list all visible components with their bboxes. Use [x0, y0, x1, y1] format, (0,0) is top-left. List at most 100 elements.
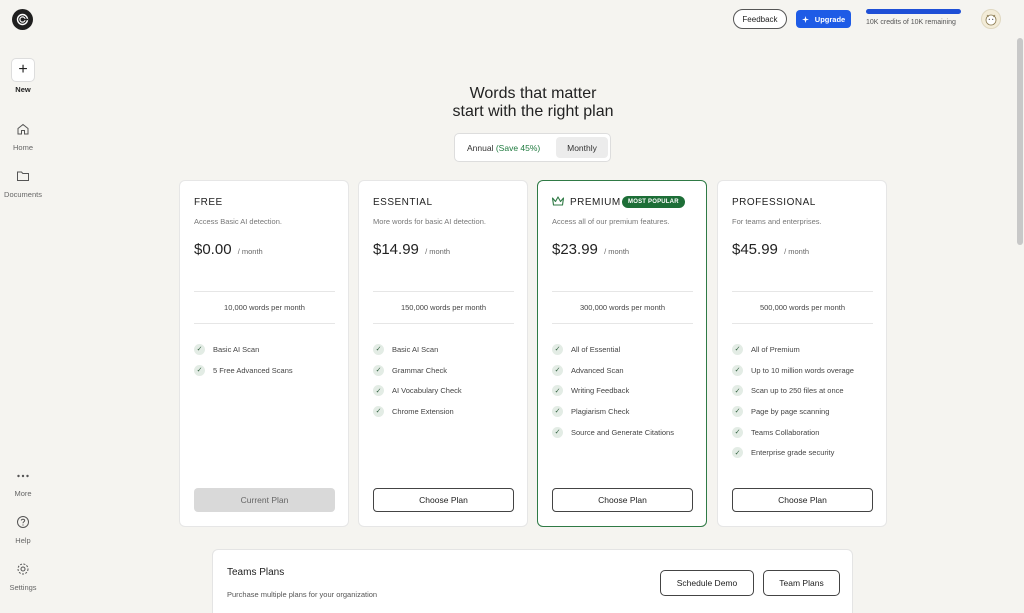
feature-label: AI Vocabulary Check — [392, 386, 462, 396]
feedback-button[interactable]: Feedback — [733, 9, 787, 29]
credits-progress-bar — [866, 9, 961, 14]
annual-label: Annual — [467, 143, 494, 153]
check-icon: ✓ — [552, 364, 563, 376]
page-scrollbar[interactable] — [1017, 38, 1023, 245]
sidebar-item-label: Home — [12, 143, 33, 152]
most-popular-badge: MOST POPULAR — [622, 196, 685, 208]
feature-label: Advanced Scan — [571, 365, 624, 375]
check-icon: ✓ — [373, 343, 384, 355]
feature-list: ✓ All of Essential ✓ Advanced Scan ✓ Writin… — [552, 339, 674, 442]
feature-item: ✓ Writing Feedback — [552, 380, 674, 401]
plan-price: $23.99 / month — [552, 241, 629, 258]
sparkle-icon — [801, 15, 809, 23]
billing-option-annual[interactable]: Annual (Save 45%) — [467, 143, 540, 153]
feature-item: ✓ Advanced Scan — [552, 360, 674, 381]
feature-label: 5 Free Advanced Scans — [213, 365, 293, 375]
billing-option-monthly[interactable]: Monthly — [556, 137, 608, 158]
new-document-button[interactable]: + — [11, 58, 35, 82]
feature-label: Scan up to 250 files at once — [751, 386, 844, 396]
feature-item: ✓ Source and Generate Citations — [552, 422, 674, 443]
sidebar-item-label: Help — [15, 536, 31, 545]
feature-item: ✓ Basic AI Scan — [373, 339, 462, 360]
choose-plan-button[interactable]: Choose Plan — [732, 488, 873, 512]
feature-item: ✓ Basic AI Scan — [194, 339, 293, 360]
feature-list: ✓ All of Premium ✓ Up to 10 million words … — [732, 339, 854, 463]
plan-description: More words for basic AI detection. — [373, 217, 486, 226]
feature-item: ✓ Plagiarism Check — [552, 401, 674, 422]
feature-label: Page by page scanning — [751, 406, 830, 416]
feature-label: Up to 10 million words overage — [751, 365, 854, 375]
avatar-icon — [985, 14, 997, 26]
credits-text: 10K credits of 10K remaining — [866, 19, 956, 26]
help-icon — [17, 516, 29, 528]
feature-label: Basic AI Scan — [213, 344, 260, 354]
price-period: / month — [237, 247, 263, 256]
folder-icon — [17, 171, 29, 181]
upgrade-button[interactable]: Upgrade — [796, 10, 851, 28]
check-icon: ✓ — [552, 405, 563, 417]
check-icon: ✓ — [552, 343, 563, 355]
check-icon: ✓ — [552, 426, 563, 438]
feature-item: ✓ All of Essential — [552, 339, 674, 360]
feature-list: ✓ Basic AI Scan ✓ Grammar Check ✓ AI Vocabu… — [373, 339, 462, 422]
avatar[interactable] — [981, 9, 1001, 29]
plan-name: FREE — [194, 197, 223, 208]
plan-price: $0.00 / month — [194, 241, 263, 258]
feature-label: Source and Generate Citations — [571, 427, 674, 437]
feature-label: All of Premium — [751, 344, 800, 354]
check-icon: ✓ — [373, 385, 384, 397]
crown-icon — [551, 196, 565, 206]
current-plan-button[interactable]: Current Plan — [194, 488, 335, 512]
choose-plan-button[interactable]: Choose Plan — [373, 488, 514, 512]
feature-item: ✓ 5 Free Advanced Scans — [194, 360, 293, 381]
choose-plan-button[interactable]: Choose Plan — [552, 488, 693, 512]
feature-item: ✓ Enterprise grade security — [732, 442, 854, 463]
check-icon: ✓ — [732, 447, 743, 459]
feature-label: Teams Collaboration — [751, 427, 820, 437]
check-icon: ✓ — [732, 426, 743, 438]
team-plans-button[interactable]: Team Plans — [763, 570, 840, 596]
top-bar: Feedback Upgrade 10K credits of 10K rema… — [0, 0, 1024, 40]
feature-label: All of Essential — [571, 344, 621, 354]
plan-card-premium: PREMIUM MOST POPULAR Access all of our p… — [537, 180, 707, 527]
check-icon: ✓ — [732, 364, 743, 376]
price-amount: $14.99 — [373, 241, 419, 258]
plan-words: 500,000 words per month — [732, 291, 873, 324]
price-amount: $0.00 — [194, 241, 232, 258]
price-period: / month — [425, 247, 451, 256]
plan-card-professional: PROFESSIONAL For teams and enterprises. … — [717, 180, 887, 527]
settings-icon — [17, 563, 29, 575]
check-icon: ✓ — [732, 385, 743, 397]
feature-item: ✓ All of Premium — [732, 339, 854, 360]
plan-name: PROFESSIONAL — [732, 197, 816, 208]
check-icon: ✓ — [373, 405, 384, 417]
check-icon: ✓ — [552, 385, 563, 397]
sidebar-item-label: More — [14, 489, 32, 498]
more-icon — [17, 474, 29, 478]
feature-item: ✓ AI Vocabulary Check — [373, 380, 462, 401]
annual-save-label: (Save 45%) — [495, 143, 541, 153]
schedule-demo-button[interactable]: Schedule Demo — [660, 570, 754, 596]
plan-price: $14.99 / month — [373, 241, 450, 258]
plan-name: ESSENTIAL — [373, 197, 433, 208]
check-icon: ✓ — [732, 343, 743, 355]
price-amount: $23.99 — [552, 241, 598, 258]
price-period: / month — [784, 247, 810, 256]
plan-card-free: FREE Access Basic AI detection. $0.00 / … — [179, 180, 349, 527]
plan-words: 10,000 words per month — [194, 291, 335, 324]
upgrade-label: Upgrade — [814, 14, 846, 24]
feature-item: ✓ Page by page scanning — [732, 401, 854, 422]
plan-price: $45.99 / month — [732, 241, 809, 258]
teams-title: Teams Plans — [227, 567, 285, 578]
sidebar-item-label: Settings — [9, 583, 37, 592]
feature-item: ✓ Chrome Extension — [373, 401, 462, 422]
plan-name: PREMIUM — [570, 197, 621, 208]
plan-words: 150,000 words per month — [373, 291, 514, 324]
feature-label: Plagiarism Check — [571, 406, 630, 416]
feature-label: Enterprise grade security — [751, 448, 835, 458]
feature-item: ✓ Grammar Check — [373, 360, 462, 381]
plan-description: For teams and enterprises. — [732, 217, 822, 226]
check-icon: ✓ — [194, 343, 205, 355]
sidebar-item-label: Documents — [4, 190, 42, 199]
plan-card-essential: ESSENTIAL More words for basic AI detect… — [358, 180, 528, 527]
